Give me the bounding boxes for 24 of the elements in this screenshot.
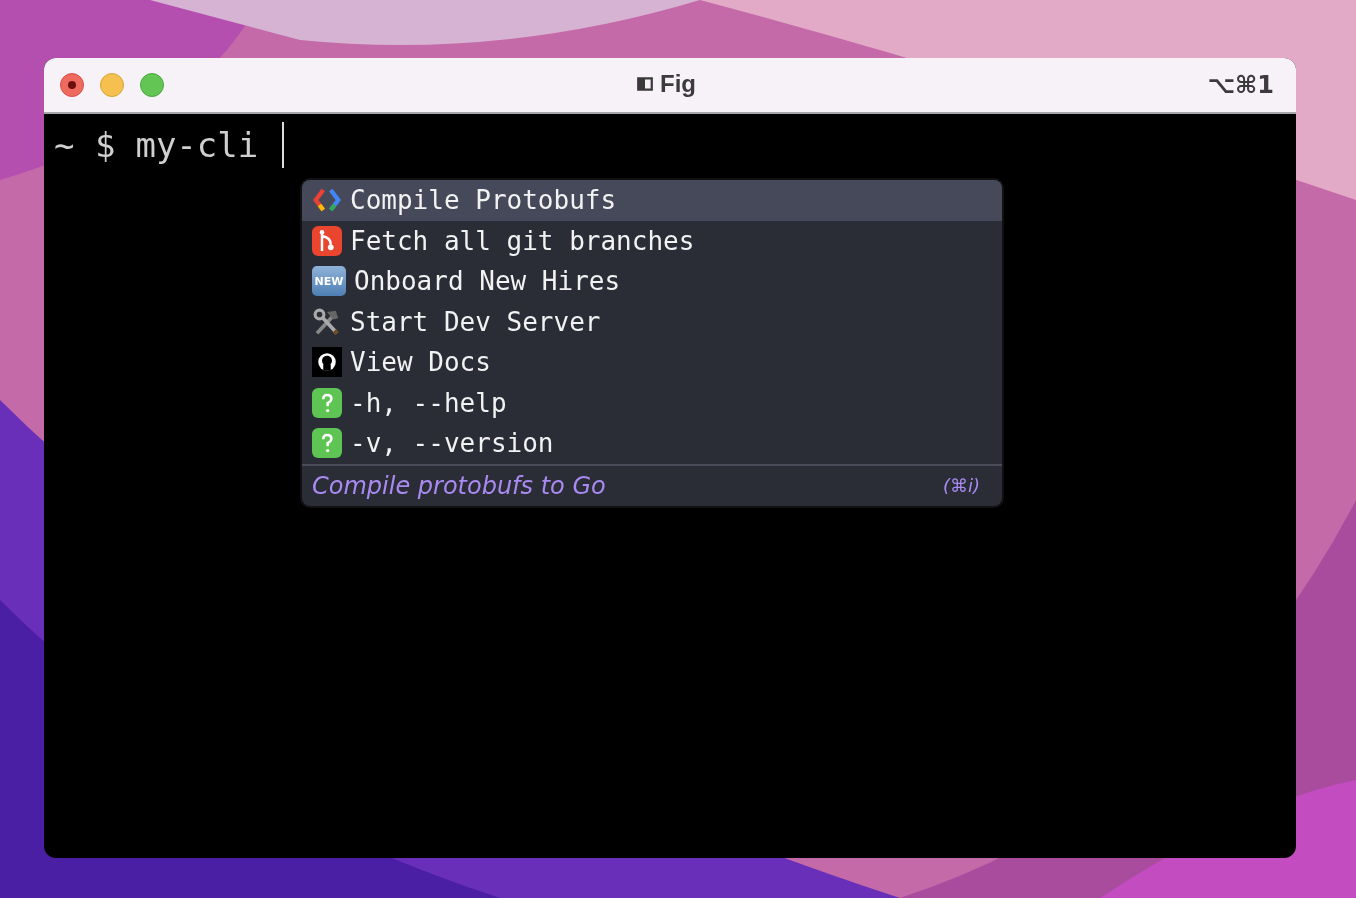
github-icon	[312, 347, 342, 378]
window-title: Fig	[660, 70, 696, 98]
description-text: Compile protobufs to Go	[312, 471, 606, 500]
question-icon	[312, 387, 342, 418]
git-branch-icon	[312, 225, 342, 256]
suggestion-item[interactable]: -v, --version	[302, 423, 1002, 464]
shortcut-label: ⌥⌘1	[1207, 71, 1274, 99]
new-badge-icon: NEW	[312, 266, 346, 297]
shortcut-hint: (⌘i)	[942, 475, 980, 496]
command-text: my-cli	[135, 125, 259, 165]
suggestion-item[interactable]: View Docs	[302, 342, 1002, 383]
suggestion-item[interactable]: Start Dev Server	[302, 301, 1002, 342]
hammer-wrench-icon	[312, 306, 342, 337]
prompt: ~ $	[54, 125, 116, 165]
close-button[interactable]	[60, 73, 84, 97]
minimize-button[interactable]	[100, 73, 124, 97]
zoom-button[interactable]	[140, 73, 164, 97]
suggestion-item[interactable]: NEW Onboard New Hires	[302, 261, 1002, 302]
text-cursor	[282, 122, 285, 168]
suggestion-item[interactable]: -h, --help	[302, 382, 1002, 423]
panel-icon	[636, 75, 654, 93]
suggestion-item[interactable]: Fetch all git branches	[302, 220, 1002, 261]
question-icon	[312, 428, 342, 459]
suggestion-item[interactable]: Compile Protobufs	[302, 180, 1002, 221]
